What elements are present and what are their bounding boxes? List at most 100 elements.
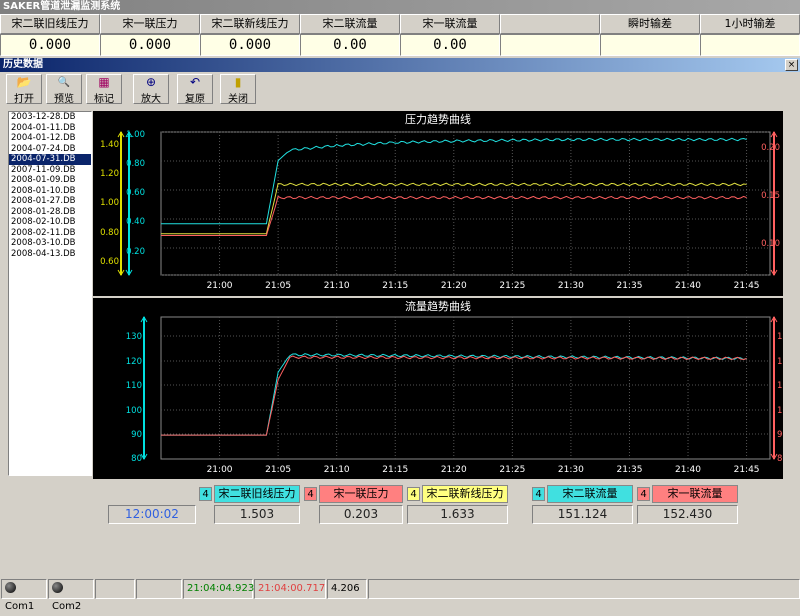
- y-tick-label-right: 80: [777, 454, 783, 464]
- header-cell: 瞬时输差: [600, 14, 700, 34]
- file-list-item[interactable]: 2007-11-09.DB: [9, 165, 91, 176]
- legend-series-name[interactable]: 宋二联流量: [547, 485, 633, 503]
- x-tick-label: 21:35: [616, 465, 642, 475]
- file-list-item-selected[interactable]: 2004-07-31.DB: [9, 154, 91, 165]
- flow-chart-title: 流量趋势曲线: [405, 299, 471, 313]
- file-list-item[interactable]: 2008-01-09.DB: [9, 175, 91, 186]
- x-tick-label: 21:30: [558, 465, 584, 475]
- header-cell: 1小时输差: [700, 14, 800, 34]
- y-tick-label-left2: 1.00: [100, 198, 119, 208]
- x-tick-label: 21:40: [675, 465, 701, 475]
- legend-series-name[interactable]: 宋一联压力: [319, 485, 403, 503]
- header-cell: 宋二联流量: [300, 14, 400, 34]
- zoom-button[interactable]: ⊕ 放大: [133, 74, 169, 105]
- restore-button[interactable]: ↶ 复原: [177, 74, 213, 105]
- y-tick-label-left: 0.80: [126, 159, 145, 169]
- mark-button[interactable]: ▦ 标记: [86, 74, 122, 105]
- legend-number: 4: [637, 487, 650, 501]
- y-tick-label-left: 0.40: [126, 217, 145, 227]
- com1-led-icon: [5, 582, 16, 593]
- file-list-item[interactable]: 2008-02-11.DB: [9, 228, 91, 239]
- open-button-label: 打开: [14, 94, 34, 105]
- file-list-item[interactable]: 2004-01-11.DB: [9, 123, 91, 134]
- y-tick-label-right: 130: [777, 332, 783, 342]
- legend-series-name[interactable]: 宋二联旧线压力: [214, 485, 300, 503]
- mark-icon: ▦: [98, 75, 110, 89]
- x-tick-label: 21:35: [616, 281, 642, 291]
- app-title-bar: SAKER管道泄漏监测系统: [0, 0, 800, 14]
- y-tick-label-left: 130: [126, 332, 142, 342]
- file-list-item[interactable]: 2008-03-10.DB: [9, 238, 91, 249]
- open-button[interactable]: 📂 打开: [6, 74, 42, 105]
- y-tick-label-left: 110: [126, 381, 142, 391]
- preview-icon: 🔍: [57, 77, 71, 88]
- status-time-green: 21:04:04.923: [183, 579, 254, 599]
- close-door-icon: ▮: [234, 75, 242, 89]
- header-cell: 宋二联新线压力: [200, 14, 300, 34]
- legend-series-value: 1.633: [407, 505, 508, 524]
- x-tick-label: 21:40: [675, 281, 701, 291]
- file-list-item[interactable]: 2008-04-13.DB: [9, 249, 91, 260]
- legend-number: 4: [532, 487, 545, 501]
- trend-charts-svg[interactable]: 压力趋势曲线 21:00 21:05 21:10 21:15 21:20 21:25 21:…: [93, 111, 793, 479]
- x-tick-label: 21:00: [207, 465, 233, 475]
- history-window-title: 历史数据: [3, 59, 43, 70]
- status-time-red: 21:04:00.717: [254, 579, 326, 599]
- db-file-list[interactable]: 2003-12-28.DB 2004-01-11.DB 2004-01-12.D…: [8, 111, 92, 476]
- header-cell: 宋二联旧线压力: [0, 14, 100, 34]
- preview-button[interactable]: 🔍 预览: [46, 74, 82, 105]
- value-cell: 0.000: [200, 34, 300, 56]
- x-tick-label: 21:10: [324, 281, 350, 291]
- com2-status: Com2: [48, 579, 94, 612]
- value-cell: 0.000: [0, 34, 100, 56]
- x-tick-label: 21:05: [265, 465, 291, 475]
- legend-series-name[interactable]: 宋一联流量: [652, 485, 738, 503]
- flow-chart-background: [93, 298, 783, 479]
- zoom-button-label: 放大: [141, 94, 161, 105]
- com2-label: Com2: [52, 601, 82, 612]
- y-tick-label-left2: 1.20: [100, 169, 119, 179]
- file-list-item[interactable]: 2008-01-27.DB: [9, 196, 91, 207]
- x-tick-label: 21:15: [382, 465, 408, 475]
- file-list-item[interactable]: 2008-02-10.DB: [9, 217, 91, 228]
- file-list-item[interactable]: 2004-01-12.DB: [9, 133, 91, 144]
- pressure-chart-title: 压力趋势曲线: [405, 112, 471, 126]
- value-cell: 0.00: [400, 34, 500, 56]
- app-title: SAKER管道泄漏监测系统: [3, 1, 121, 12]
- file-list-item[interactable]: 2008-01-28.DB: [9, 207, 91, 218]
- legend-series-value: 0.203: [319, 505, 403, 524]
- close-button[interactable]: ▮ 关闭: [220, 74, 256, 105]
- y-tick-label-right: 90: [777, 430, 783, 440]
- y-tick-label-left: 80: [131, 454, 142, 464]
- y-tick-label-right: 100: [777, 406, 783, 416]
- y-tick-label-right: 0.10: [761, 239, 780, 249]
- open-folder-icon: 📂: [16, 75, 32, 89]
- value-cell: [700, 34, 800, 56]
- y-tick-label-left2: 0.60: [100, 257, 119, 267]
- com1-label: Com1: [5, 601, 35, 612]
- legend-series-name[interactable]: 宋二联新线压力: [422, 485, 508, 503]
- close-icon: ×: [787, 60, 796, 70]
- file-list-item[interactable]: 2004-07-24.DB: [9, 144, 91, 155]
- file-list-item[interactable]: 2008-01-10.DB: [9, 186, 91, 197]
- restore-icon: ↶: [189, 75, 201, 89]
- y-tick-label-left: 0.20: [126, 247, 145, 257]
- status-cell: [368, 579, 800, 599]
- header-cell: [500, 14, 600, 34]
- y-tick-label-left2: 0.80: [100, 228, 119, 238]
- zoom-icon: ⊕: [145, 75, 157, 89]
- x-tick-label: 21:45: [734, 281, 760, 291]
- x-tick-label: 21:45: [734, 465, 760, 475]
- x-tick-label: 21:10: [324, 465, 350, 475]
- value-cell: 0.00: [300, 34, 400, 56]
- window-close-button[interactable]: ×: [785, 59, 798, 71]
- y-tick-label-left: 1.00: [126, 130, 145, 140]
- value-cell: [500, 34, 600, 56]
- file-list-item[interactable]: 2003-12-28.DB: [9, 112, 91, 123]
- history-window-title-bar: 历史数据: [0, 58, 800, 72]
- value-cell: 0.000: [100, 34, 200, 56]
- y-tick-label-right: 0.15: [761, 191, 780, 201]
- x-tick-label: 21:15: [382, 281, 408, 291]
- legend-time: 12:00:02: [108, 505, 196, 524]
- legend-number: 4: [304, 487, 317, 501]
